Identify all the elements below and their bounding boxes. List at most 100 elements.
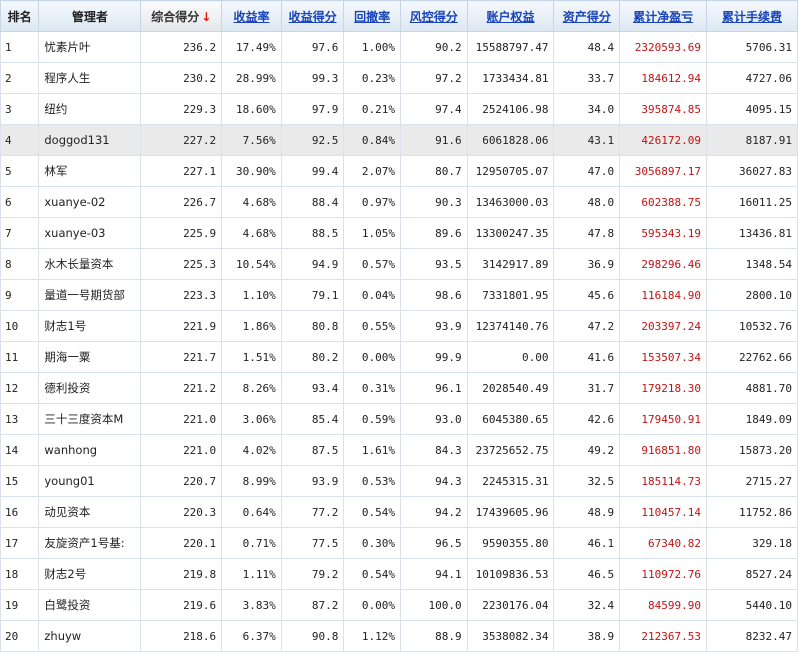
cell-manager: 德利投资 <box>38 372 142 404</box>
cell-fees: 5706.31 <box>706 31 798 63</box>
table-row[interactable]: 16 动见资本 220.3 0.64% 77.2 0.54% 94.2 17439605.96… <box>0 496 798 528</box>
table-row[interactable]: 13 三十三度资本M 221.0 3.06% 85.4 0.59% 93.0 6045380.… <box>0 403 798 435</box>
cell-drawdown: 1.00% <box>343 31 401 63</box>
col-header-risk-score[interactable]: 风控得分 <box>399 0 468 32</box>
table-row[interactable]: 5 林军 227.1 30.90% 99.4 2.07% 80.7 12950705.07 47… <box>0 155 798 187</box>
cell-risk-score: 99.9 <box>399 341 468 373</box>
cell-fees: 16011.25 <box>706 186 798 218</box>
col-header-equity[interactable]: 账户权益 <box>466 0 555 32</box>
table-row[interactable]: 9 量道一号期货部 223.3 1.10% 79.1 0.04% 98.6 7331801.9… <box>0 279 798 311</box>
table-row[interactable]: 20 zhuyw 218.6 6.37% 90.8 1.12% 88.9 3538082.34… <box>0 620 798 652</box>
table-row[interactable]: 12 德利投资 221.2 8.26% 93.4 0.31% 96.1 2028540.49 3… <box>0 372 798 404</box>
cell-risk-score: 93.5 <box>399 248 468 280</box>
table-row[interactable]: 14 wanhong 221.0 4.02% 87.5 1.61% 84.3 23725652… <box>0 434 798 466</box>
cell-risk-score: 97.4 <box>399 93 468 125</box>
cell-return-score: 77.2 <box>280 496 345 528</box>
cell-manager: wanhong <box>38 434 142 466</box>
cell-fees: 2800.10 <box>706 279 798 311</box>
cell-asset-score: 36.9 <box>553 248 621 280</box>
cell-risk-score: 90.2 <box>399 31 468 63</box>
cell-asset-score: 48.4 <box>553 31 621 63</box>
table-row[interactable]: 4 doggod131 227.2 7.56% 92.5 0.84% 91.6 6061828… <box>0 124 798 156</box>
cell-asset-score: 47.2 <box>553 310 621 342</box>
cell-return-rate: 0.71% <box>221 527 282 559</box>
cell-asset-score: 34.0 <box>553 93 621 125</box>
table-row[interactable]: 15 young01 220.7 8.99% 93.9 0.53% 94.3 2245315.… <box>0 465 798 497</box>
cell-manager: 程序人生 <box>38 62 142 94</box>
col-header-return-rate[interactable]: 收益率 <box>221 0 282 32</box>
cell-equity: 15588797.47 <box>466 31 555 63</box>
cell-net-pnl: 67340.82 <box>619 527 707 559</box>
cell-net-pnl: 153507.34 <box>619 341 707 373</box>
cell-asset-score: 42.6 <box>553 403 621 435</box>
cell-risk-score: 90.3 <box>399 186 468 218</box>
ranking-table: 排名 管理者 综合得分 ↓ 收益率 收益得分 回撤率 风控得分 账户权益 资产得分… <box>0 0 798 652</box>
col-header-net-pnl[interactable]: 累计净盈亏 <box>619 0 707 32</box>
cell-equity: 0.00 <box>466 341 555 373</box>
cell-net-pnl: 298296.46 <box>619 248 707 280</box>
cell-manager: 纽约 <box>38 93 142 125</box>
cell-rank: 13 <box>0 403 40 435</box>
col-header-fees[interactable]: 累计手续费 <box>706 0 798 32</box>
cell-manager: 量道一号期货部 <box>38 279 142 311</box>
cell-composite-score: 220.3 <box>140 496 223 528</box>
table-row[interactable]: 6 xuanye-02 226.7 4.68% 88.4 0.97% 90.3 1346300… <box>0 186 798 218</box>
table-row[interactable]: 19 白鹭投资 219.6 3.83% 87.2 0.00% 100.0 2230176.04… <box>0 589 798 621</box>
col-header-return-score[interactable]: 收益得分 <box>280 0 345 32</box>
cell-asset-score: 43.1 <box>553 124 621 156</box>
cell-fees: 5440.10 <box>706 589 798 621</box>
cell-risk-score: 93.0 <box>399 403 468 435</box>
table-row[interactable]: 11 期海一粟 221.7 1.51% 80.2 0.00% 99.9 0.00 41.6 153… <box>0 341 798 373</box>
cell-asset-score: 48.9 <box>553 496 621 528</box>
col-header-composite-score[interactable]: 综合得分 ↓ <box>140 0 223 32</box>
cell-equity: 7331801.95 <box>466 279 555 311</box>
cell-risk-score: 84.3 <box>399 434 468 466</box>
cell-manager: 友旋资产1号基: <box>38 527 142 559</box>
cell-return-score: 87.2 <box>280 589 345 621</box>
cell-composite-score: 218.6 <box>140 620 223 652</box>
cell-equity: 12950705.07 <box>466 155 555 187</box>
cell-composite-score: 225.9 <box>140 217 223 249</box>
cell-fees: 4095.15 <box>706 93 798 125</box>
cell-return-rate: 1.11% <box>221 558 282 590</box>
cell-return-rate: 8.26% <box>221 372 282 404</box>
cell-rank: 10 <box>0 310 40 342</box>
cell-asset-score: 46.1 <box>553 527 621 559</box>
cell-net-pnl: 184612.94 <box>619 62 707 94</box>
cell-drawdown: 0.00% <box>343 341 401 373</box>
table-row[interactable]: 10 财志1号 221.9 1.86% 80.8 0.55% 93.9 12374140.76… <box>0 310 798 342</box>
cell-fees: 11752.86 <box>706 496 798 528</box>
table-row[interactable]: 3 纽约 229.3 18.60% 97.9 0.21% 97.4 2524106.98 34.… <box>0 93 798 125</box>
col-header-rank: 排名 <box>0 0 40 32</box>
cell-rank: 8 <box>0 248 40 280</box>
cell-asset-score: 32.5 <box>553 465 621 497</box>
cell-drawdown: 0.54% <box>343 558 401 590</box>
cell-risk-score: 93.9 <box>399 310 468 342</box>
cell-composite-score: 225.3 <box>140 248 223 280</box>
cell-equity: 1733434.81 <box>466 62 555 94</box>
table-row[interactable]: 8 水木长量资本 225.3 10.54% 94.9 0.57% 93.5 3142917.8… <box>0 248 798 280</box>
table-row[interactable]: 17 友旋资产1号基: 220.1 0.71% 77.5 0.30% 96.5 9590355… <box>0 527 798 559</box>
cell-return-rate: 4.02% <box>221 434 282 466</box>
cell-manager: 白鹭投资 <box>38 589 142 621</box>
cell-net-pnl: 595343.19 <box>619 217 707 249</box>
cell-composite-score: 221.7 <box>140 341 223 373</box>
cell-return-rate: 0.64% <box>221 496 282 528</box>
col-header-asset-score[interactable]: 资产得分 <box>553 0 621 32</box>
cell-net-pnl: 395874.85 <box>619 93 707 125</box>
cell-risk-score: 80.7 <box>399 155 468 187</box>
cell-asset-score: 38.9 <box>553 620 621 652</box>
table-row[interactable]: 18 财志2号 219.8 1.11% 79.2 0.54% 94.1 10109836.53… <box>0 558 798 590</box>
cell-asset-score: 45.6 <box>553 279 621 311</box>
cell-composite-score: 226.7 <box>140 186 223 218</box>
col-header-drawdown[interactable]: 回撤率 <box>343 0 401 32</box>
table-row[interactable]: 2 程序人生 230.2 28.99% 99.3 0.23% 97.2 1733434.81 3… <box>0 62 798 94</box>
cell-equity: 3538082.34 <box>466 620 555 652</box>
table-row[interactable]: 7 xuanye-03 225.9 4.68% 88.5 1.05% 89.6 1330024… <box>0 217 798 249</box>
cell-return-score: 90.8 <box>280 620 345 652</box>
cell-return-score: 92.5 <box>280 124 345 156</box>
cell-return-score: 94.9 <box>280 248 345 280</box>
col-header-manager: 管理者 <box>38 0 142 32</box>
cell-fees: 1849.09 <box>706 403 798 435</box>
table-row[interactable]: 1 忧素片叶 236.2 17.49% 97.6 1.00% 90.2 15588797.47… <box>0 31 798 63</box>
